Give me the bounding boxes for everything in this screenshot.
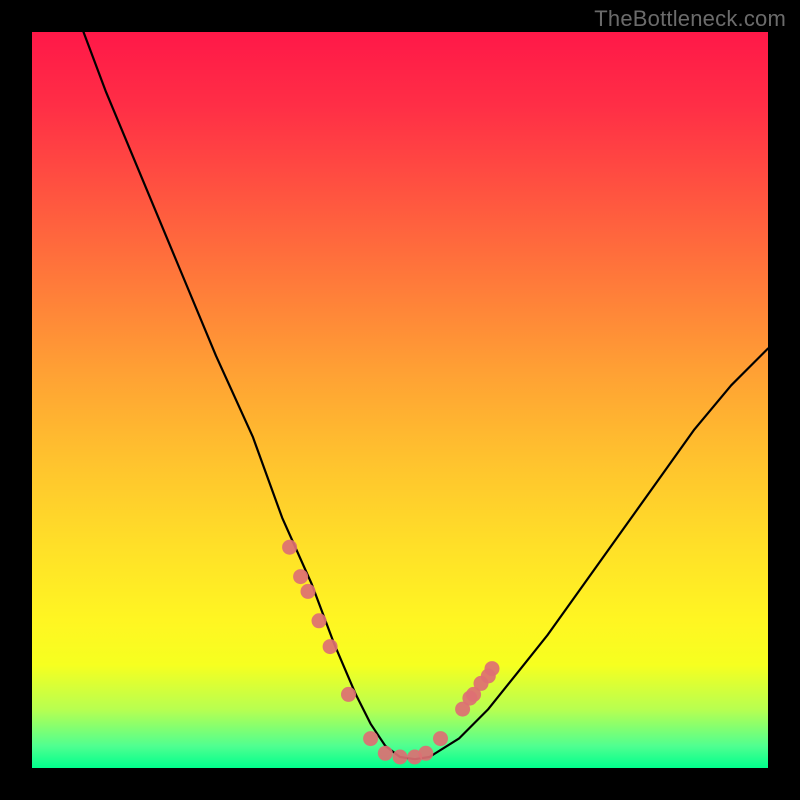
data-marker xyxy=(433,731,448,746)
plot-area xyxy=(32,32,768,768)
data-marker xyxy=(378,746,393,761)
curve-path xyxy=(84,32,769,759)
data-marker xyxy=(363,731,378,746)
data-marker xyxy=(323,639,338,654)
data-marker xyxy=(282,540,297,555)
data-marker xyxy=(341,687,356,702)
data-marker xyxy=(312,613,327,628)
chart-frame: TheBottleneck.com xyxy=(0,0,800,800)
data-marker xyxy=(393,750,408,765)
data-marker xyxy=(418,746,433,761)
data-marker xyxy=(301,584,316,599)
curve-line xyxy=(84,32,769,759)
watermark-text: TheBottleneck.com xyxy=(594,6,786,32)
data-marker xyxy=(293,569,308,584)
data-marker xyxy=(485,661,500,676)
chart-svg xyxy=(32,32,768,768)
